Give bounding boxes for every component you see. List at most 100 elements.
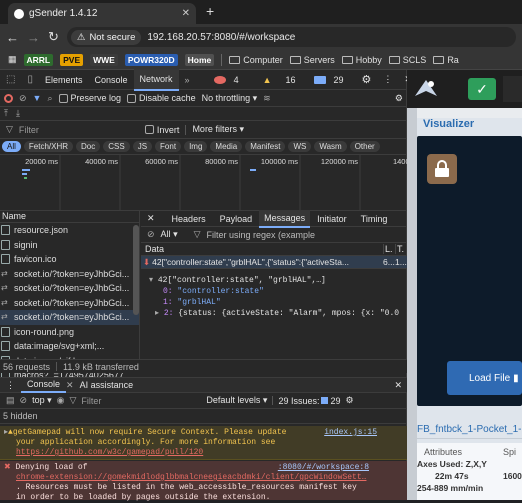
bookmark-folder-computer[interactable]: Computer (229, 55, 283, 65)
data-column-header[interactable]: Data (141, 244, 383, 254)
error-link[interactable]: chrome-extension://gomekmidlodglbbmalcne… (4, 473, 403, 483)
network-overview-timeline[interactable]: 20000 ms 40000 ms 60000 ms 80000 ms 100000 m… (0, 155, 407, 211)
tree-root[interactable]: ▾ 42["controller:state", "grblHAL",…] (149, 275, 407, 286)
sidebar-toggle-icon[interactable]: ▤ (6, 395, 15, 406)
bookmark-folder-ra[interactable]: Ra (433, 55, 459, 65)
message-type-select[interactable]: All ▾ (161, 229, 178, 240)
close-drawer-icon[interactable]: ✕ (394, 380, 407, 391)
tab-network[interactable]: Network (133, 68, 179, 91)
length-column-header[interactable]: L. (383, 244, 395, 254)
tab-close-icon[interactable]: ✕ (182, 8, 190, 19)
name-column-header[interactable]: Name (0, 211, 139, 223)
type-filter-media[interactable]: Media (210, 141, 243, 152)
type-filter-all[interactable]: All (2, 141, 21, 152)
filter-input[interactable]: Filter (19, 125, 139, 135)
disable-cache-checkbox[interactable]: Disable cache (127, 93, 196, 103)
type-filter-fetchxhr[interactable]: Fetch/XHR (23, 141, 74, 152)
bookmark-wwe[interactable]: WWE (90, 53, 118, 66)
clear-console-icon[interactable]: ⊘ (20, 395, 28, 406)
not-secure-badge[interactable]: ⚠ Not secure (70, 29, 142, 45)
request-row[interactable]: data:image/svg+xml;... (0, 339, 139, 354)
tab-messages[interactable]: Messages (259, 209, 311, 228)
issues-button[interactable]: 29 Issues: 29 (278, 396, 340, 406)
clear-icon[interactable]: ⊘ (19, 93, 27, 104)
tab-initiator[interactable]: Initiator (310, 214, 354, 224)
back-icon[interactable]: ← (6, 30, 19, 45)
load-file-button[interactable]: Load File ▮ (447, 361, 522, 395)
preserve-log-checkbox[interactable]: Preserve log (58, 93, 121, 103)
import-har-icon[interactable]: ⤒ (4, 108, 8, 119)
tab-timing[interactable]: Timing (354, 214, 395, 224)
settings-gear-icon[interactable]: ⚙ (356, 73, 378, 86)
levels-select[interactable]: Default levels ▾ (206, 395, 267, 406)
request-row[interactable]: signin (0, 238, 139, 253)
tab-console[interactable]: Console (89, 75, 134, 85)
request-row[interactable]: ⇄ socket.io/?token=eyJhbGci... (0, 296, 139, 311)
drawer-tab-close-icon[interactable]: ✕ (66, 380, 74, 391)
more-filters-select[interactable]: More filters ▾ (192, 124, 244, 135)
reload-icon[interactable]: ↻ (48, 29, 59, 45)
network-settings-icon[interactable]: ⚙ (395, 93, 407, 104)
type-filter-js[interactable]: JS (132, 141, 153, 152)
close-detail-icon[interactable]: ✕ (141, 213, 165, 224)
bookmark-folder-hobby[interactable]: Hobby (341, 55, 382, 65)
wifi-icon[interactable]: ≋ (263, 93, 271, 104)
url-text[interactable]: 192.168.20.57:8080/#/workspace (147, 32, 295, 43)
forward-icon[interactable]: → (27, 30, 40, 45)
omnibox[interactable]: ⚠ Not secure 192.168.20.57:8080/#/worksp… (66, 27, 516, 47)
tab-elements[interactable]: Elements (39, 75, 89, 85)
drawer-tab-console[interactable]: Console (21, 377, 67, 393)
request-row[interactable]: icon-round.png (0, 325, 139, 340)
more-options-icon[interactable]: ⋮ (377, 74, 398, 85)
request-row[interactable]: ⇄ socket.io/?token=eyJhbGci... (0, 267, 139, 282)
error-count[interactable]: 4 (208, 75, 251, 85)
warning-count[interactable]: ▲ 16 (251, 75, 308, 85)
device-toolbar-icon[interactable]: ▯ (21, 74, 39, 85)
invert-checkbox[interactable]: Invert (144, 125, 179, 135)
block-icon[interactable]: ⊘ (147, 229, 155, 240)
throttling-select[interactable]: No throttling ▾ (202, 93, 258, 104)
apps-grid-icon[interactable]: ▦ (8, 54, 17, 65)
type-filter-css[interactable]: CSS (103, 141, 130, 152)
type-filter-font[interactable]: Font (155, 141, 182, 152)
lock-button[interactable] (427, 154, 457, 184)
search-icon[interactable]: ⌕ (47, 93, 52, 104)
request-row[interactable]: favicon.ico (0, 252, 139, 267)
inspect-icon[interactable]: ⬚ (0, 74, 21, 85)
new-tab-button[interactable]: + (206, 3, 214, 19)
tab-headers[interactable]: Headers (165, 214, 213, 224)
request-row[interactable]: ⇄ socket.io/?token=eyJhbGci... (0, 281, 139, 296)
eye-icon[interactable]: ◉ (57, 395, 65, 406)
browser-tab[interactable]: gSender 1.4.12 ✕ (8, 3, 196, 24)
warning-link[interactable]: https://github.com/w3c/gamepad/pull/120 (4, 448, 403, 458)
request-list-scrollbar[interactable] (133, 225, 139, 315)
record-stop-icon[interactable] (4, 93, 13, 103)
type-filter-other[interactable]: Other (349, 141, 380, 152)
console-settings-icon[interactable]: ⚙ (346, 395, 354, 406)
bookmark-folder-servers[interactable]: Servers (289, 55, 335, 65)
type-filter-manifest[interactable]: Manifest (245, 141, 286, 152)
issues-count[interactable]: 29 (308, 75, 356, 85)
type-filter-ws[interactable]: WS (288, 141, 312, 152)
bookmark-pve[interactable]: PVE (60, 53, 84, 66)
error-source-link[interactable]: :8080/#/workspace:8 (278, 463, 369, 473)
time-column-header[interactable]: T. (395, 244, 407, 254)
export-har-icon[interactable]: ⤓ (16, 108, 20, 119)
more-tabs-icon[interactable]: » (179, 75, 196, 85)
message-filter-input[interactable]: Filter using regex (example (207, 230, 316, 240)
request-row[interactable]: ⇄ socket.io/?token=eyJhbGci... (0, 310, 139, 325)
type-filter-wasm[interactable]: Wasm (314, 141, 347, 152)
visualizer-canvas[interactable]: Load File ▮ (417, 136, 522, 406)
tab-payload[interactable]: Payload (213, 214, 260, 224)
tree-item-2[interactable]: ▸ 2: {status: {activeState: "Alarm", mpo… (149, 308, 407, 319)
console-filter-input[interactable]: Filter (81, 396, 201, 406)
bookmark-arrl[interactable]: ARRL (23, 53, 54, 66)
request-row[interactable]: resource.json (0, 223, 139, 238)
context-select[interactable]: top ▾ (32, 395, 52, 406)
type-filter-doc[interactable]: Doc (76, 141, 101, 152)
message-row[interactable]: ⬇ 42["controller:state","grblHAL",{"stat… (141, 256, 407, 269)
bookmark-powr320d[interactable]: POWR320D (124, 53, 178, 66)
drawer-tab-ai-assistance[interactable]: AI assistance (74, 380, 140, 390)
bookmark-home[interactable]: Home (184, 53, 215, 66)
warning-source-link[interactable]: index.js:15 (324, 428, 377, 438)
